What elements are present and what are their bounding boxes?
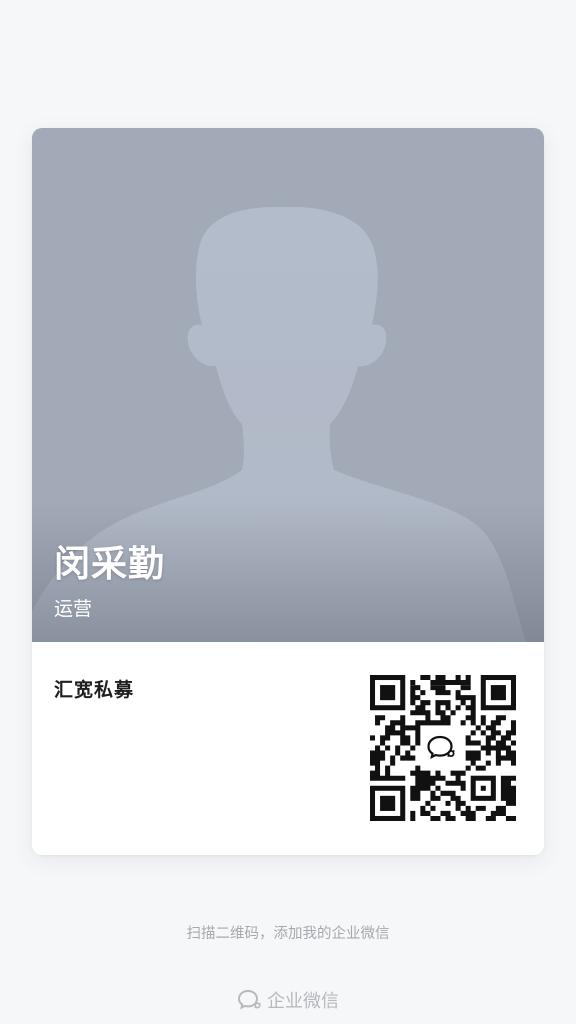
qr-alignment-pattern [470,775,496,801]
business-card-page: 闵采勤 运营 汇宽私募 扫描二维码，添加我的企业微信 企业微信 [0,0,576,1024]
profile-photo: 闵采勤 运营 [32,128,544,642]
contact-role: 运营 [54,598,93,620]
brand-footer: 企业微信 [0,987,576,1013]
company-name: 汇宽私募 [54,679,135,701]
scan-hint-text: 扫描二维码，添加我的企业微信 [186,926,390,942]
wecom-logo-icon [237,989,261,1010]
brand-label: 企业微信 [267,991,339,1012]
qr-finder-top-right [480,675,516,711]
qr-finder-bottom-left [370,785,406,821]
business-card: 闵采勤 运营 汇宽私募 [32,128,544,855]
wecom-logo-icon [422,727,464,769]
qr-finder-top-left [370,675,406,711]
qr-code[interactable] [370,675,516,821]
contact-name: 闵采勤 [54,544,166,585]
qr-code-image [370,675,516,821]
